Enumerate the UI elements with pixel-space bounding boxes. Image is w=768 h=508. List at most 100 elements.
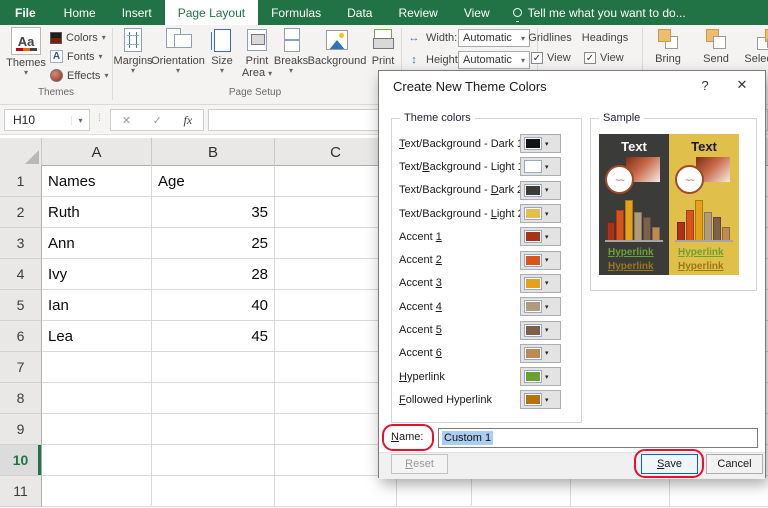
chevron-down-icon: ▾ bbox=[545, 396, 549, 404]
reset-button[interactable]: Reset bbox=[391, 454, 448, 474]
print-area-button[interactable]: Print Area ▾ bbox=[240, 27, 274, 79]
color-swatch-dropdown[interactable]: ▾ bbox=[520, 274, 561, 293]
sample-hyperlink: Hyperlink bbox=[678, 247, 724, 258]
cell-a6[interactable]: Lea bbox=[42, 321, 152, 352]
theme-effects-icon bbox=[50, 69, 63, 82]
cell-b9[interactable] bbox=[152, 414, 275, 445]
cell-b6[interactable]: 45 bbox=[152, 321, 275, 352]
color-swatch-dropdown[interactable]: ▾ bbox=[520, 181, 561, 200]
theme-colors-button[interactable]: Colors ▾ bbox=[50, 29, 106, 46]
cell-a2[interactable]: Ruth bbox=[42, 197, 152, 228]
close-icon[interactable]: ✕ bbox=[733, 77, 751, 93]
cell[interactable] bbox=[472, 476, 571, 507]
theme-item-accent5: Accent 5 ▾ bbox=[392, 318, 581, 341]
row-header-4[interactable]: 4 bbox=[0, 259, 42, 290]
cell-b8[interactable] bbox=[152, 383, 275, 414]
tab-view[interactable]: View bbox=[451, 0, 503, 25]
color-swatch-dropdown[interactable]: ▾ bbox=[520, 204, 561, 223]
color-swatch-dropdown[interactable]: ▾ bbox=[520, 297, 561, 316]
cell-b11[interactable] bbox=[152, 476, 275, 507]
cell-b4[interactable]: 28 bbox=[152, 259, 275, 290]
breaks-button[interactable]: Breaks ▾ bbox=[274, 27, 308, 74]
gridlines-view-checkbox[interactable]: ✓ View bbox=[531, 49, 571, 66]
theme-fonts-button[interactable]: A Fonts ▾ bbox=[50, 48, 103, 65]
cell-a11[interactable] bbox=[42, 476, 152, 507]
name-box[interactable]: H10 ▾ bbox=[4, 109, 90, 131]
height-dropdown[interactable]: Automatic ▾ bbox=[458, 51, 530, 69]
tab-insert[interactable]: Insert bbox=[109, 0, 165, 25]
cell-a4[interactable]: Ivy bbox=[42, 259, 152, 290]
row-header-3[interactable]: 3 bbox=[0, 228, 42, 259]
select-all-corner[interactable] bbox=[0, 138, 42, 166]
cell-b10[interactable] bbox=[152, 445, 275, 476]
color-swatch-dropdown[interactable]: ▾ bbox=[520, 227, 561, 246]
row-header-2[interactable]: 2 bbox=[0, 197, 42, 228]
row-header-9[interactable]: 9 bbox=[0, 414, 42, 445]
theme-fonts-icon: A bbox=[50, 50, 63, 63]
tab-page-layout[interactable]: Page Layout bbox=[165, 0, 258, 25]
tab-home[interactable]: Home bbox=[51, 0, 109, 25]
cell-a3[interactable]: Ann bbox=[42, 228, 152, 259]
help-icon[interactable]: ? bbox=[697, 78, 713, 93]
themes-button[interactable]: Aa Themes ▾ bbox=[4, 27, 48, 76]
column-header-a[interactable]: A bbox=[42, 138, 152, 166]
cancel-button[interactable]: Cancel bbox=[706, 454, 763, 474]
cell-b2[interactable]: 35 bbox=[152, 197, 275, 228]
cell-a5[interactable]: Ian bbox=[42, 290, 152, 321]
row-header-1[interactable]: 1 bbox=[0, 166, 42, 197]
insert-function-icon[interactable]: fx bbox=[184, 113, 193, 128]
row-header-6[interactable]: 6 bbox=[0, 321, 42, 352]
color-swatch-dropdown[interactable]: ▾ bbox=[520, 251, 561, 270]
column-header-b[interactable]: B bbox=[152, 138, 275, 166]
confirm-entry-icon[interactable]: ✓ bbox=[153, 114, 162, 127]
cell-b1[interactable]: Age bbox=[152, 166, 275, 197]
row-header-8[interactable]: 8 bbox=[0, 383, 42, 414]
print-titles-button[interactable]: Print bbox=[366, 27, 400, 67]
row-header-10-active[interactable]: 10 bbox=[0, 445, 42, 476]
cell-b3[interactable]: 25 bbox=[152, 228, 275, 259]
headings-view-checkbox[interactable]: ✓ View bbox=[584, 49, 624, 66]
row-header-5[interactable]: 5 bbox=[0, 290, 42, 321]
save-button[interactable]: Save bbox=[641, 454, 698, 474]
create-new-theme-colors-dialog: Create New Theme Colors ? ✕ Theme colors… bbox=[378, 70, 766, 478]
theme-effects-button[interactable]: Effects ▾ bbox=[50, 67, 108, 84]
background-button[interactable]: Background bbox=[308, 27, 366, 67]
cell-a10[interactable] bbox=[42, 445, 152, 476]
tab-file[interactable]: File bbox=[0, 0, 51, 25]
tab-data[interactable]: Data bbox=[334, 0, 385, 25]
color-swatch-dropdown[interactable]: ▾ bbox=[520, 390, 561, 409]
cell-a8[interactable] bbox=[42, 383, 152, 414]
theme-name-input[interactable]: Custom 1 bbox=[438, 428, 758, 448]
size-button[interactable]: Size ▾ bbox=[204, 27, 240, 74]
color-swatch-dropdown[interactable]: ▾ bbox=[520, 367, 561, 386]
color-swatch-dropdown[interactable]: ▾ bbox=[520, 344, 561, 363]
cell-c11[interactable] bbox=[275, 476, 397, 507]
cell-a1[interactable]: Names bbox=[42, 166, 152, 197]
cancel-entry-icon[interactable]: ✕ bbox=[122, 114, 131, 127]
cell-a7[interactable] bbox=[42, 352, 152, 383]
margins-button[interactable]: Margins ▾ bbox=[114, 27, 152, 74]
tell-me-box[interactable]: Tell me what you want to do... bbox=[503, 0, 686, 25]
cell[interactable] bbox=[571, 476, 670, 507]
bring-forward-button[interactable]: Bring bbox=[648, 27, 688, 65]
gridlines-label: Gridlines bbox=[527, 29, 573, 46]
row-header-11[interactable]: 11 bbox=[0, 476, 42, 507]
color-swatch-dropdown[interactable]: ▾ bbox=[520, 157, 561, 176]
color-swatch-dropdown[interactable]: ▾ bbox=[520, 321, 561, 340]
orientation-button[interactable]: Orientation ▾ bbox=[152, 27, 204, 74]
cell[interactable] bbox=[670, 476, 768, 507]
cell[interactable] bbox=[397, 476, 472, 507]
cell-b5[interactable]: 40 bbox=[152, 290, 275, 321]
sample-bar-chart bbox=[677, 200, 731, 240]
resize-dots-icon[interactable]: ⁞ bbox=[98, 113, 102, 124]
width-dropdown[interactable]: Automatic ▾ bbox=[458, 29, 530, 47]
cell-a9[interactable] bbox=[42, 414, 152, 445]
row-header-7[interactable]: 7 bbox=[0, 352, 42, 383]
cell-b7[interactable] bbox=[152, 352, 275, 383]
send-backward-button[interactable]: Send bbox=[696, 27, 736, 65]
chevron-down-icon: ▾ bbox=[545, 349, 549, 357]
tab-formulas[interactable]: Formulas bbox=[258, 0, 334, 25]
color-swatch-dropdown[interactable]: ▾ bbox=[520, 134, 561, 153]
selection-pane-button[interactable]: Selection bbox=[742, 27, 768, 65]
tab-review[interactable]: Review bbox=[385, 0, 450, 25]
